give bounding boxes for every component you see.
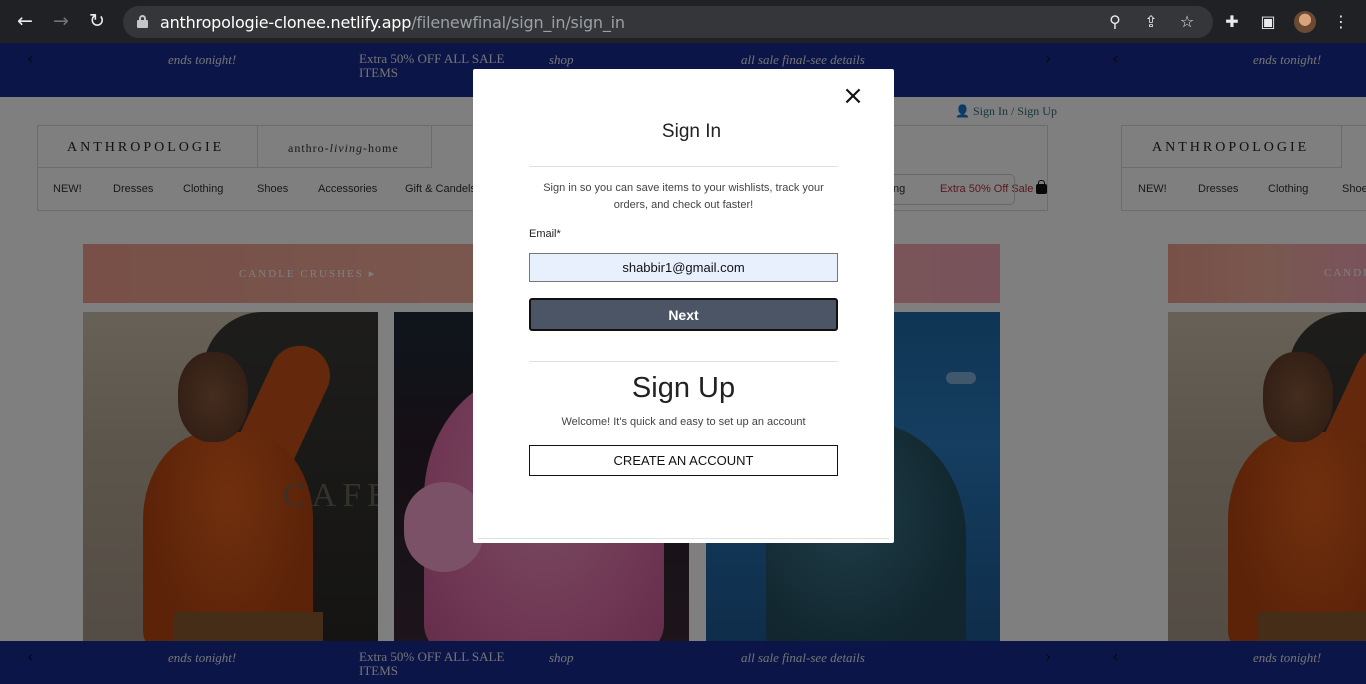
- divider: [478, 538, 889, 539]
- extensions-icon[interactable]: ✚: [1222, 12, 1242, 32]
- signup-title: Sign Up: [631, 372, 736, 404]
- share-icon[interactable]: ⇪: [1141, 12, 1161, 32]
- lock-icon[interactable]: [137, 15, 148, 28]
- close-icon[interactable]: ×: [842, 83, 864, 109]
- next-button[interactable]: Next: [529, 298, 838, 331]
- zoom-icon[interactable]: ⚲: [1105, 12, 1125, 32]
- signin-title: Sign In: [661, 121, 722, 142]
- browser-toolbar: ← → ↻ anthropologie-clonee.netlify.app/f…: [0, 0, 1366, 43]
- signin-modal: × Sign In Sign in so you can save items …: [473, 69, 894, 543]
- forward-icon[interactable]: →: [50, 10, 72, 32]
- create-account-button[interactable]: CREATE AN ACCOUNT: [529, 445, 838, 476]
- menu-icon[interactable]: ⋮: [1331, 12, 1351, 32]
- back-icon[interactable]: ←: [14, 10, 36, 32]
- email-field[interactable]: [529, 253, 838, 282]
- address-bar[interactable]: anthropologie-clonee.netlify.app/filenew…: [123, 6, 1213, 38]
- profile-avatar[interactable]: [1294, 11, 1316, 33]
- signup-subtitle: Welcome! It's quick and easy to set up a…: [561, 416, 806, 428]
- email-label: Email*: [529, 228, 561, 240]
- divider: [529, 361, 838, 362]
- reload-icon[interactable]: ↻: [86, 10, 108, 32]
- star-icon[interactable]: ☆: [1177, 12, 1197, 32]
- url-text[interactable]: anthropologie-clonee.netlify.app/filenew…: [160, 13, 625, 32]
- signin-subtitle: Sign in so you can save items to your wi…: [543, 182, 824, 211]
- sidepanel-icon[interactable]: ▣: [1258, 12, 1278, 32]
- divider: [529, 166, 838, 167]
